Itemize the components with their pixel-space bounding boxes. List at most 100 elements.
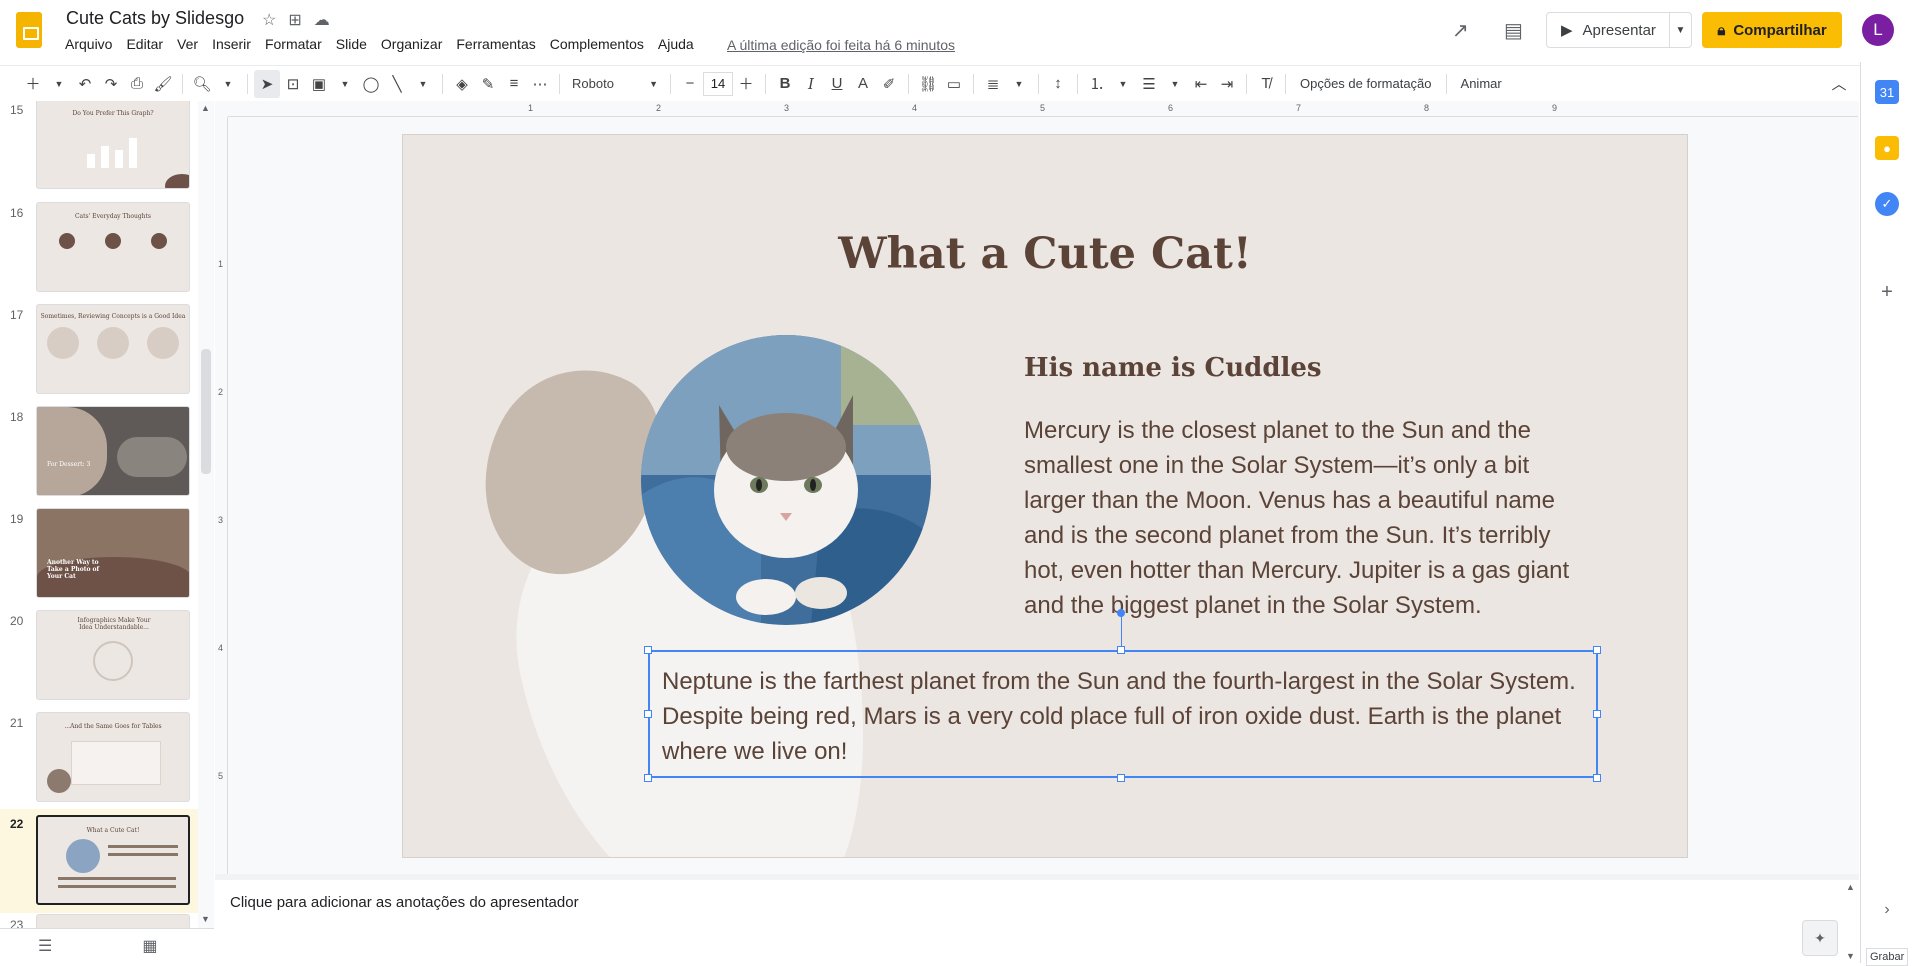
print-icon[interactable]: ⎙ (124, 70, 150, 98)
keep-icon[interactable]: ● (1875, 136, 1899, 160)
rotation-handle[interactable] (1117, 609, 1125, 617)
speaker-notes-placeholder[interactable]: Clique para adicionar as anotações do ap… (230, 894, 579, 911)
selected-text-box-content[interactable]: Neptune is the farthest planet from the … (662, 668, 1576, 765)
text-color-icon[interactable]: A (850, 70, 876, 98)
shape-icon[interactable]: ◯ (358, 70, 384, 98)
last-edit-link[interactable]: A última edição foi feita há 6 minutos (727, 37, 955, 53)
add-on-plus-icon[interactable]: + (1875, 280, 1899, 304)
document-title[interactable]: Cute Cats by Slidesgo (66, 8, 244, 29)
align-chevron-icon[interactable]: ▼ (1006, 70, 1032, 98)
line-spacing-icon[interactable]: ↕ (1045, 70, 1071, 98)
comment-history-icon[interactable]: ▤ (1504, 18, 1523, 43)
cloud-saved-icon[interactable]: ☁ (314, 10, 330, 30)
activity-trend-icon[interactable]: ↗ (1452, 18, 1469, 43)
new-slide-icon[interactable]: ＋ (20, 70, 46, 98)
font-size-input[interactable]: 14 (703, 71, 733, 96)
border-dash-icon[interactable]: ⋯ (527, 70, 553, 98)
slide-thumbnail[interactable] (36, 914, 190, 928)
bulleted-list-chevron-icon[interactable]: ▼ (1162, 70, 1188, 98)
resize-handle[interactable] (1593, 710, 1601, 718)
line-icon[interactable]: ╲ (384, 70, 410, 98)
speaker-notes-area[interactable]: Clique para adicionar as anotações do ap… (215, 880, 1843, 963)
collapse-toolbar-chevron-icon[interactable]: ︿ (1826, 70, 1852, 98)
paint-format-icon[interactable]: 🖌︎ (150, 70, 176, 98)
menu-complementos[interactable]: Complementos (543, 36, 651, 52)
filmstrip-slide-15[interactable]: 15 Do You Prefer This Graph? (0, 101, 200, 191)
menu-editar[interactable]: Editar (119, 36, 170, 52)
slide-subtitle[interactable]: His name is Cuddles (1024, 353, 1322, 383)
calendar-icon[interactable]: 31 (1875, 80, 1899, 104)
notes-scrollbar[interactable]: ▲ ▼ (1843, 880, 1859, 963)
star-icon[interactable]: ☆ (262, 10, 276, 30)
slide-thumbnail[interactable]: ...And the Same Goes for Tables (36, 712, 190, 802)
redo-icon[interactable]: ↷ (98, 70, 124, 98)
resize-handle[interactable] (644, 710, 652, 718)
increase-indent-icon[interactable]: ⇥ (1214, 70, 1240, 98)
filmstrip-slide-17[interactable]: 17 Sometimes, Reviewing Concepts is a Go… (0, 304, 200, 396)
select-cursor-icon[interactable]: ➤ (254, 69, 280, 98)
expand-panel-chevron-icon[interactable]: › (1875, 898, 1899, 922)
slide-thumbnail[interactable]: Cats' Everyday Thoughts (36, 202, 190, 292)
format-options-button[interactable]: Opções de formatação (1292, 76, 1440, 91)
insert-link-icon[interactable]: ⛓︎ (915, 70, 941, 98)
numbered-list-chevron-icon[interactable]: ▼ (1110, 70, 1136, 98)
fill-color-icon[interactable]: ◈ (449, 70, 475, 98)
numbered-list-icon[interactable]: ⒈ (1084, 70, 1110, 98)
tasks-icon[interactable]: ✓ (1875, 192, 1899, 216)
slide-thumbnail[interactable]: Infographics Make Your Idea Understandab… (36, 610, 190, 700)
filmstrip-view-icon[interactable]: ☰ (38, 936, 52, 956)
menu-ferramentas[interactable]: Ferramentas (449, 36, 542, 52)
bold-icon[interactable]: B (772, 70, 798, 98)
increase-font-size-icon[interactable]: ＋ (733, 70, 759, 98)
slide-22-canvas[interactable]: What a Cute Cat! His name is Cuddles Mer… (402, 134, 1688, 858)
grid-view-icon[interactable]: ▦ (142, 936, 157, 956)
underline-icon[interactable]: U (824, 70, 850, 98)
selected-text-box[interactable]: Neptune is the farthest planet from the … (648, 650, 1598, 778)
filmstrip-scroll-thumb[interactable] (201, 349, 211, 474)
border-weight-icon[interactable]: ≡ (501, 70, 527, 98)
menu-organizar[interactable]: Organizar (374, 36, 449, 52)
clear-formatting-icon[interactable]: T̸ (1253, 70, 1279, 98)
font-select[interactable]: Roboto ▼ (566, 70, 664, 98)
slide-thumbnail[interactable]: What a Cute Cat! (36, 815, 190, 905)
menu-ajuda[interactable]: Ajuda (651, 36, 701, 52)
filmstrip-slide-21[interactable]: 21 ...And the Same Goes for Tables (0, 712, 200, 804)
filmstrip-slide-22[interactable]: 22 What a Cute Cat! (0, 809, 200, 913)
present-dropdown-chevron-icon[interactable]: ▼ (1669, 13, 1691, 47)
undo-icon[interactable]: ↶ (72, 70, 98, 98)
move-folder-icon[interactable]: ⊞ (288, 10, 301, 30)
bulleted-list-icon[interactable]: ☰ (1136, 70, 1162, 98)
animate-button[interactable]: Animar (1453, 76, 1510, 91)
highlight-color-icon[interactable]: ✐ (876, 70, 902, 98)
slide-title[interactable]: What a Cute Cat! (403, 229, 1687, 279)
insert-image-icon[interactable]: ▣ (306, 70, 332, 98)
slide-thumbnail[interactable]: Another Way to Take a Photo of Your Cat (36, 508, 190, 598)
slide-thumbnail[interactable]: Do You Prefer This Graph? (36, 101, 190, 189)
menu-formatar[interactable]: Formatar (258, 36, 329, 52)
decrease-indent-icon[interactable]: ⇤ (1188, 70, 1214, 98)
scroll-up-icon[interactable]: ▲ (201, 103, 210, 113)
decrease-font-size-icon[interactable]: − (677, 70, 703, 98)
filmstrip-slide-23[interactable]: 23 (0, 914, 200, 928)
new-slide-chevron-icon[interactable]: ▼ (46, 70, 72, 98)
align-icon[interactable]: ≣ (980, 70, 1006, 98)
filmstrip-slide-18[interactable]: 18 For Dessert: 3 (0, 406, 200, 498)
scroll-down-icon[interactable]: ▼ (1846, 951, 1855, 961)
zoom-icon[interactable]: 🔍︎ (189, 70, 215, 98)
filmstrip-scrollbar[interactable]: ▲ ▼ (198, 101, 214, 928)
menu-inserir[interactable]: Inserir (205, 36, 258, 52)
cat-photo[interactable] (641, 335, 931, 625)
image-chevron-icon[interactable]: ▼ (332, 70, 358, 98)
italic-icon[interactable]: I (798, 70, 824, 98)
scroll-down-icon[interactable]: ▼ (201, 914, 210, 924)
menu-ver[interactable]: Ver (170, 36, 205, 52)
add-comment-icon[interactable]: ▭ (941, 70, 967, 98)
filmstrip-slide-20[interactable]: 20 Infographics Make Your Idea Understan… (0, 610, 200, 702)
menu-slide[interactable]: Slide (329, 36, 374, 52)
resize-handle[interactable] (1117, 646, 1125, 654)
resize-handle[interactable] (644, 774, 652, 782)
border-color-icon[interactable]: ✎ (475, 70, 501, 98)
resize-handle[interactable] (1593, 646, 1601, 654)
share-button[interactable]: 🔒︎ Compartilhar (1702, 12, 1842, 48)
line-chevron-icon[interactable]: ▼ (410, 70, 436, 98)
